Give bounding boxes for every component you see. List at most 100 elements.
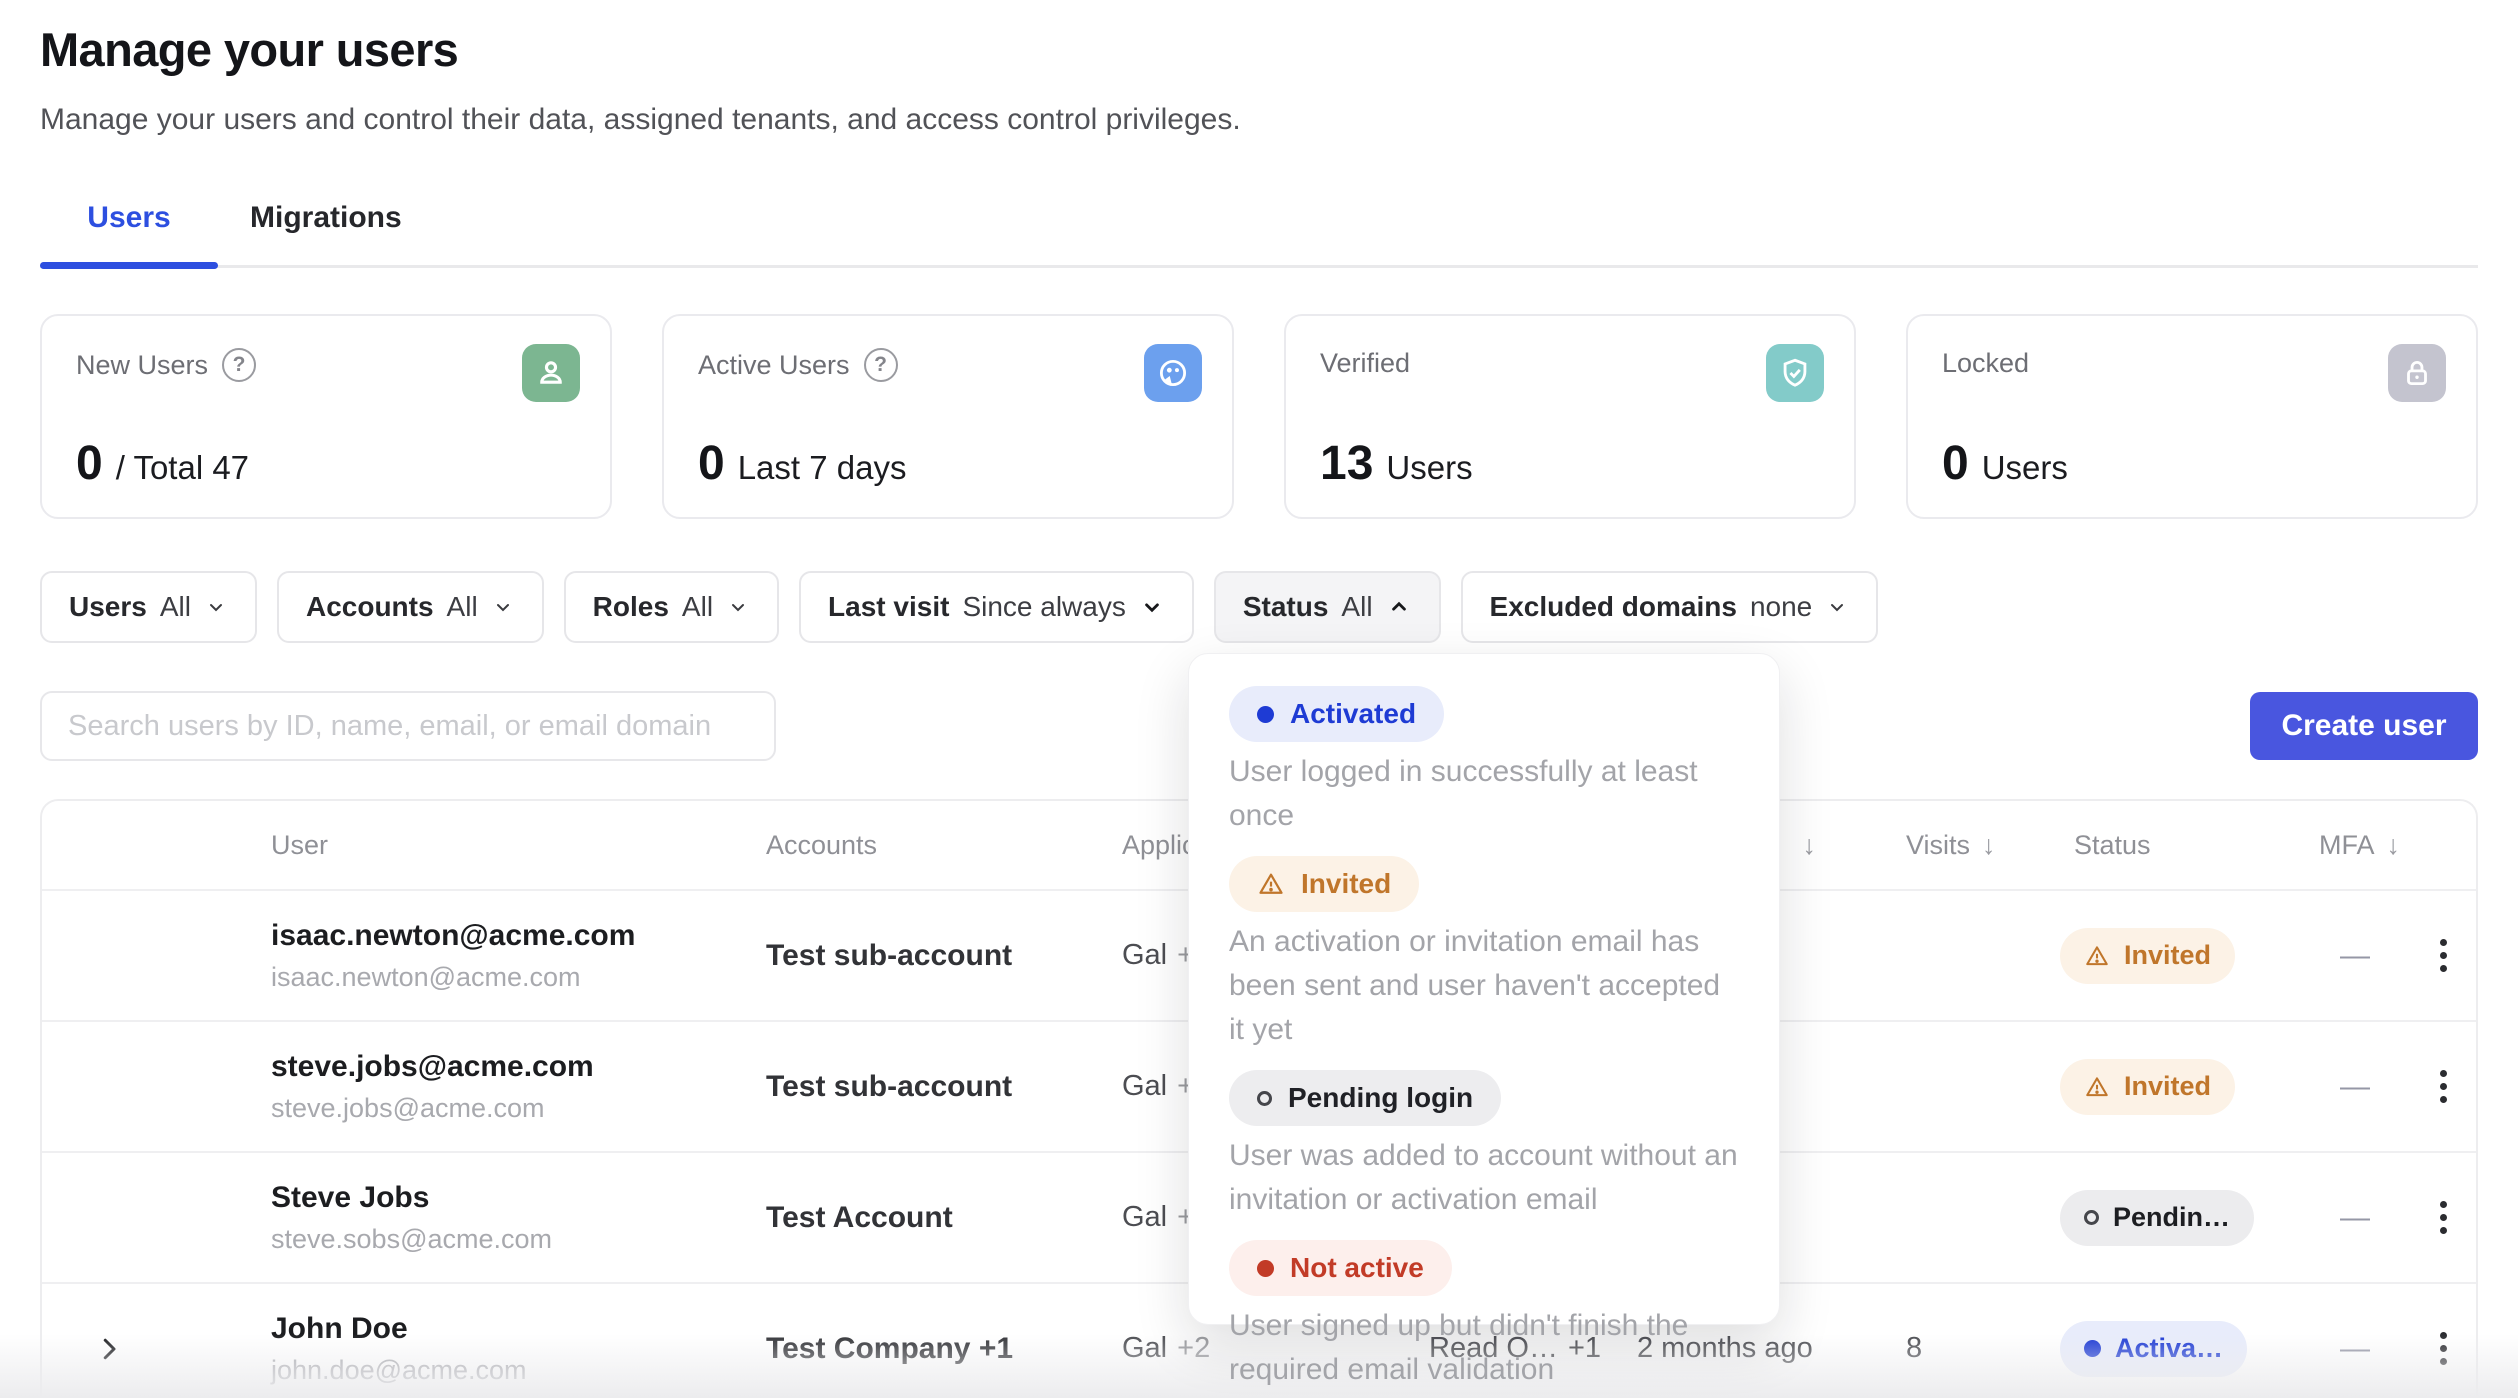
filter-roles[interactable]: Roles All <box>564 571 779 643</box>
card-suffix: Last 7 days <box>738 449 907 487</box>
user-name: Steve Jobs <box>271 1181 766 1215</box>
user-name: John Doe <box>271 1312 766 1346</box>
card-value: 0 <box>76 436 103 491</box>
card-label: Active Users <box>698 350 850 381</box>
header-label: MFA <box>2319 830 2375 861</box>
filled-dot-icon <box>1257 706 1274 723</box>
card-suffix: / Total 47 <box>116 449 249 487</box>
filter-label: Excluded domains <box>1490 591 1737 623</box>
card-suffix: Users <box>1386 449 1472 487</box>
chevron-up-icon <box>1386 594 1412 620</box>
applications-extra: +2 <box>1177 1332 1210 1365</box>
status-option-label: Activated <box>1290 698 1416 730</box>
row-menu-kebab-icon[interactable] <box>2434 1064 2453 1109</box>
filter-value: All <box>1341 591 1372 623</box>
user-name: steve.jobs@acme.com <box>271 1050 766 1084</box>
card-value: 0 <box>1942 436 1969 491</box>
filter-label: Users <box>69 591 147 623</box>
accounts-cell: Test sub-account <box>766 939 1122 973</box>
filter-users[interactable]: Users All <box>40 571 257 643</box>
row-menu-kebab-icon[interactable] <box>2434 933 2453 978</box>
user-name: isaac.newton@acme.com <box>271 919 766 953</box>
page-subtitle: Manage your users and control their data… <box>40 103 2478 137</box>
status-option-description: An activation or invitation email has be… <box>1229 920 1739 1052</box>
mfa-cell: — <box>2300 1070 2410 1104</box>
active-user-icon <box>1144 344 1202 402</box>
header-mfa[interactable]: MFA ↓ <box>2300 830 2410 861</box>
status-badge: Not active <box>1229 1240 1452 1296</box>
page-title: Manage your users <box>40 0 2478 77</box>
chevron-down-icon <box>1139 594 1165 620</box>
filter-value: Since always <box>962 591 1125 623</box>
filter-label: Roles <box>593 591 669 623</box>
status-option-not-active[interactable]: Not active User signed up but didn't fin… <box>1229 1240 1739 1392</box>
tab-users[interactable]: Users <box>40 201 218 265</box>
help-icon[interactable]: ? <box>222 348 256 382</box>
sort-desc-icon[interactable]: ↓ <box>2387 830 2401 861</box>
status-badge: Pendin… <box>2060 1190 2254 1246</box>
sort-desc-icon[interactable]: ↓ <box>1803 830 1817 861</box>
card-label: Verified <box>1320 348 1410 379</box>
status-cell: Activa… <box>2058 1321 2300 1377</box>
expand-chevron-icon[interactable] <box>94 1334 124 1364</box>
status-badge: Activated <box>1229 686 1444 742</box>
header-visits[interactable]: Visits↓ <box>1850 830 2058 861</box>
application-name: Gal <box>1122 939 1167 972</box>
card-value: 0 <box>698 436 725 491</box>
filter-label: Accounts <box>306 591 434 623</box>
header-accounts[interactable]: Accounts <box>766 830 1122 861</box>
filled-dot-icon <box>1257 1260 1274 1277</box>
status-option-label: Pending login <box>1288 1082 1473 1114</box>
create-user-button[interactable]: Create user <box>2250 692 2478 760</box>
application-name: Gal <box>1122 1201 1167 1234</box>
tab-bar: Users Migrations <box>40 201 2478 268</box>
filter-value: All <box>447 591 478 623</box>
accounts-cell: Test Company +1 <box>766 1332 1122 1366</box>
user-email: steve.jobs@acme.com <box>271 1093 766 1124</box>
user-email: steve.sobs@acme.com <box>271 1224 766 1255</box>
status-label: Pendin… <box>2113 1202 2230 1233</box>
stat-card-locked: Locked 0 Users <box>1906 314 2478 519</box>
sort-desc-icon[interactable]: ↓ <box>1982 830 1996 861</box>
open-circle-icon <box>1257 1091 1272 1106</box>
stat-cards: New Users ? 0 / Total 47 Active Users ? <box>40 314 2478 519</box>
help-icon[interactable]: ? <box>864 348 898 382</box>
warning-icon <box>2084 943 2110 969</box>
status-option-description: User was added to account without an inv… <box>1229 1134 1739 1222</box>
filled-dot-icon <box>2084 1340 2101 1357</box>
chevron-down-icon <box>1825 595 1849 619</box>
mfa-cell: — <box>2300 939 2410 973</box>
filter-accounts[interactable]: Accounts All <box>277 571 544 643</box>
tab-migrations[interactable]: Migrations <box>250 201 402 265</box>
accounts-cell: Test Account <box>766 1201 1122 1235</box>
row-menu-kebab-icon[interactable] <box>2434 1326 2453 1371</box>
status-badge: Activa… <box>2060 1321 2247 1377</box>
warning-icon <box>1257 870 1285 898</box>
status-option-pending-login[interactable]: Pending login User was added to account … <box>1229 1070 1739 1222</box>
filter-value: All <box>682 591 713 623</box>
mfa-cell: — <box>2300 1201 2410 1235</box>
row-menu-kebab-icon[interactable] <box>2434 1195 2453 1240</box>
status-label: Invited <box>2124 1071 2211 1102</box>
status-cell: Invited <box>2058 1059 2300 1115</box>
user-badge-icon <box>522 344 580 402</box>
search-input[interactable] <box>40 691 776 761</box>
status-option-activated[interactable]: Activated User logged in successfully at… <box>1229 686 1739 838</box>
filter-value: All <box>160 591 191 623</box>
status-option-invited[interactable]: Invited An activation or invitation emai… <box>1229 856 1739 1052</box>
user-email: john.doe@acme.com <box>271 1355 766 1386</box>
accounts-cell: Test sub-account <box>766 1070 1122 1104</box>
filter-status[interactable]: Status All <box>1214 571 1441 643</box>
user-management-page: Manage your users Manage your users and … <box>0 0 2518 1398</box>
header-user[interactable]: User <box>271 830 766 861</box>
header-status[interactable]: Status <box>2058 830 2300 861</box>
filter-last-visit[interactable]: Last visit Since always <box>799 571 1194 643</box>
chevron-down-icon <box>726 595 750 619</box>
filter-label: Last visit <box>828 591 949 623</box>
card-label: New Users <box>76 350 208 381</box>
status-cell: Pendin… <box>2058 1190 2300 1246</box>
filter-excluded-domains[interactable]: Excluded domains none <box>1461 571 1879 643</box>
user-email: isaac.newton@acme.com <box>271 962 766 993</box>
status-badge: Invited <box>2060 928 2235 984</box>
status-option-label: Not active <box>1290 1252 1424 1284</box>
